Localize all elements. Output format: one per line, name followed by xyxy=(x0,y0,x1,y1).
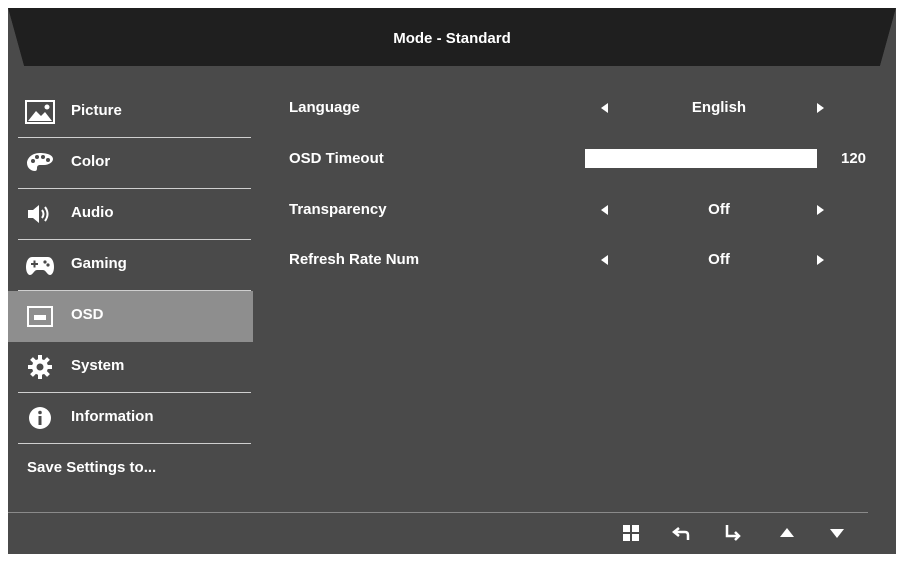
sidebar-item-picture[interactable]: Picture xyxy=(8,87,253,138)
osd-menu: Mode - Standard Picture Color Audio Gami… xyxy=(8,8,896,554)
right-arrow-icon[interactable] xyxy=(817,205,824,215)
up-arrow-icon[interactable] xyxy=(776,522,798,544)
transparency-value: Off xyxy=(708,201,730,218)
gear-icon xyxy=(28,355,52,379)
setting-row-language[interactable]: Language English xyxy=(289,93,889,123)
info-icon xyxy=(29,407,51,429)
sidebar-item-system[interactable]: System xyxy=(8,342,253,393)
language-label: Language xyxy=(289,99,360,116)
right-arrow-icon[interactable] xyxy=(817,103,824,113)
osd-timeout-value: 120 xyxy=(841,150,867,167)
picture-icon xyxy=(25,100,55,124)
sidebar-item-information[interactable]: Information xyxy=(8,393,253,444)
sidebar-item-color[interactable]: Color xyxy=(8,138,253,189)
sidebar-item-label: Information xyxy=(71,408,154,425)
refresh-rate-num-label: Refresh Rate Num xyxy=(289,251,420,268)
osd-icon xyxy=(27,306,53,327)
enter-icon[interactable] xyxy=(722,522,744,544)
osd-timeout-label: OSD Timeout xyxy=(289,150,384,167)
sidebar-item-label: Save Settings to... xyxy=(27,459,157,476)
sidebar-item-gaming[interactable]: Gaming xyxy=(8,240,253,291)
gamepad-icon xyxy=(26,257,54,275)
back-icon[interactable] xyxy=(670,522,692,544)
down-arrow-icon[interactable] xyxy=(826,522,848,544)
mode-header: Mode - Standard xyxy=(8,8,896,66)
palette-icon xyxy=(27,153,53,171)
footer-divider xyxy=(8,512,868,513)
slider-fill xyxy=(585,149,817,168)
setting-row-transparency[interactable]: Transparency Off xyxy=(289,195,889,225)
sidebar-item-label: System xyxy=(71,357,125,374)
osd-timeout-slider[interactable] xyxy=(585,149,817,168)
menu-grid-icon[interactable] xyxy=(620,522,642,544)
sidebar: Picture Color Audio Gaming OSD System In… xyxy=(8,87,253,495)
refresh-rate-num-value: Off xyxy=(708,251,730,268)
right-arrow-icon[interactable] xyxy=(817,255,824,265)
mode-title: Mode - Standard xyxy=(393,30,511,47)
sidebar-item-audio[interactable]: Audio xyxy=(8,189,253,240)
left-arrow-icon[interactable] xyxy=(601,205,608,215)
sidebar-item-label: Audio xyxy=(71,204,114,221)
sidebar-item-label: Gaming xyxy=(71,255,127,272)
sidebar-item-label: Color xyxy=(71,153,111,170)
setting-row-refresh-rate-num[interactable]: Refresh Rate Num Off xyxy=(289,245,889,275)
sidebar-item-save-settings[interactable]: Save Settings to... xyxy=(8,444,253,495)
speaker-icon xyxy=(28,205,49,223)
left-arrow-icon[interactable] xyxy=(601,255,608,265)
sidebar-item-label: Picture xyxy=(71,102,122,119)
left-arrow-icon[interactable] xyxy=(601,103,608,113)
setting-row-osd-timeout[interactable]: OSD Timeout 120 xyxy=(289,144,889,174)
sidebar-item-osd[interactable]: OSD xyxy=(8,291,253,342)
sidebar-item-label: OSD xyxy=(71,306,104,323)
transparency-label: Transparency xyxy=(289,201,387,218)
language-value: English xyxy=(691,99,747,116)
